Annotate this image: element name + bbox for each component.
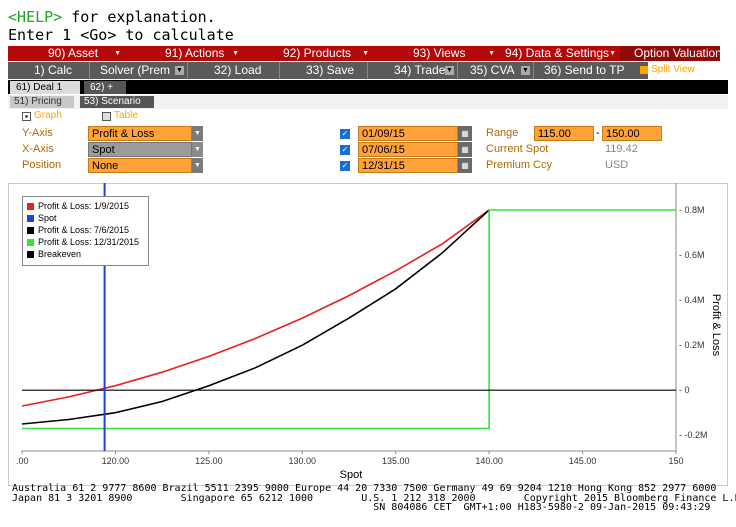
save-button[interactable]: 33) Save [280, 62, 368, 79]
menu-actions[interactable]: 91) Actions ▼ [125, 46, 243, 61]
graph-radio[interactable] [22, 112, 31, 121]
dropdown-arrow-icon: ▼ [114, 50, 121, 57]
x-tick-label: 130.00 [289, 456, 317, 466]
trade-dropdown[interactable]: 34) Trade ▼ [368, 62, 458, 79]
calc-button[interactable]: 1) Calc [8, 62, 90, 79]
menu-option-valuation: Option Valuation [620, 46, 720, 61]
menu-data-settings[interactable]: 94) Data & Settings ▼ [499, 46, 620, 61]
legend-item: Profit & Loss: 12/31/2015 [27, 236, 144, 248]
date-2-checkbox[interactable]: ✓ [340, 145, 350, 155]
dropdown-arrow-icon[interactable]: ▼ [192, 126, 203, 141]
x-tick-label: 135.00 [382, 456, 410, 466]
range-from-field[interactable]: 115.00 [534, 126, 594, 141]
toolbar: 1) Calc Solver (Prem ▼ 32) Load 33) Save … [8, 62, 648, 79]
calendar-icon[interactable]: ▦ [458, 158, 472, 173]
dropdown-arrow-icon[interactable]: ▼ [192, 158, 203, 173]
menu-bar: 90) Asset ▼ 91) Actions ▼ 92) Products ▼ 93… [8, 46, 720, 61]
tab-add-deal[interactable]: 62) + [84, 81, 126, 94]
x-axis-label: X-Axis [22, 143, 54, 155]
range-label: Range [486, 127, 519, 139]
y-tick-label: - 0.4M [679, 295, 705, 305]
legend-swatch [27, 238, 34, 246]
date-2-field[interactable]: 07/06/15 [358, 142, 458, 157]
legend-item: Spot [27, 212, 144, 224]
dropdown-arrow-icon: ▼ [445, 66, 454, 75]
dropdown-arrow-icon: ▼ [521, 66, 530, 75]
cva-dropdown[interactable]: 35) CVA ▼ [458, 62, 534, 79]
legend-swatch [27, 250, 34, 258]
menu-asset[interactable]: 90) Asset ▼ [8, 46, 125, 61]
table-radio[interactable] [102, 112, 111, 121]
split-view-label[interactable]: Split View [651, 64, 695, 75]
position-label: Position [22, 159, 62, 171]
legend-swatch [27, 214, 34, 222]
chart-legend: Profit & Loss: 1/9/2015 Spot Profit & Lo… [22, 196, 149, 266]
x-tick-label: 145.00 [569, 456, 597, 466]
y-tick-label: - 0 [679, 385, 690, 395]
legend-item: Profit & Loss: 7/6/2015 [27, 224, 144, 236]
date-1-checkbox[interactable]: ✓ [340, 129, 350, 139]
y-axis-select[interactable]: Profit & Loss [88, 126, 192, 141]
help-text: for explanation. [62, 8, 216, 26]
x-tick-label: 125.00 [195, 456, 223, 466]
y-tick-label: - 0.8M [679, 205, 705, 215]
y-axis-title: Profit & Loss [710, 294, 722, 357]
date-3-field[interactable]: 12/31/15 [358, 158, 458, 173]
solver-dropdown[interactable]: Solver (Prem ▼ [90, 62, 188, 79]
footer-contacts: Australia 61 2 9777 8600 Brazil 5511 239… [12, 484, 736, 513]
y-tick-label: - -0.2M [679, 430, 708, 440]
legend-item: Breakeven [27, 248, 144, 260]
dropdown-arrow-icon: ▼ [362, 50, 369, 57]
current-spot-label: Current Spot [486, 143, 549, 155]
premium-ccy-label: Premium Ccy [486, 159, 553, 171]
dropdown-arrow-icon: ▼ [175, 66, 184, 75]
command-line[interactable]: <HELP> for explanation. Enter 1 <Go> to … [8, 8, 608, 44]
table-label: Table [114, 110, 138, 121]
graph-label: Graph [34, 110, 62, 121]
range-to-field[interactable]: 150.00 [602, 126, 662, 141]
x-tick-label: 120.00 [102, 456, 130, 466]
load-button[interactable]: 32) Load [188, 62, 280, 79]
date-1-field[interactable]: 01/09/15 [358, 126, 458, 141]
current-spot-value: 119.42 [605, 143, 638, 155]
premium-ccy-value: USD [605, 159, 629, 171]
menu-views[interactable]: 93) Views ▼ [373, 46, 499, 61]
x-tick-label: 140.00 [475, 456, 503, 466]
legend-item: Profit & Loss: 1/9/2015 [27, 200, 144, 212]
send-to-tp-button[interactable]: 36) Send to TP [534, 62, 648, 79]
dropdown-arrow-icon[interactable]: ▼ [192, 142, 203, 157]
legend-swatch [27, 202, 34, 210]
footer-line-3: SN 804086 CET GMT+1:00 H183-5980-2 09-Ja… [12, 502, 711, 513]
y-tick-label: - 0.6M [679, 250, 705, 260]
help-key: <HELP> [8, 8, 63, 26]
dropdown-arrow-icon: ▼ [488, 50, 495, 57]
y-axis-label: Y-Axis [22, 127, 53, 139]
legend-swatch [27, 226, 34, 234]
tab-pricing[interactable]: 51) Pricing [10, 96, 74, 108]
x-axis-select[interactable]: Spot [88, 142, 192, 157]
dropdown-arrow-icon: ▼ [232, 50, 239, 57]
menu-products[interactable]: 92) Products ▼ [243, 46, 373, 61]
dropdown-arrow-icon: ▼ [609, 50, 616, 57]
calendar-icon[interactable]: ▦ [458, 142, 472, 157]
split-view-checkbox[interactable] [640, 66, 648, 74]
tab-scenario[interactable]: 53) Scenario [80, 96, 154, 108]
date-3-checkbox[interactable]: ✓ [340, 161, 350, 171]
x-tick-label: .00 [16, 456, 29, 466]
y-tick-label: - 0.2M [679, 340, 705, 350]
command-prompt: Enter 1 <Go> to calculate [8, 26, 234, 44]
x-tick-label: 150 [668, 456, 683, 466]
position-select[interactable]: None [88, 158, 192, 173]
range-separator: - [596, 127, 600, 139]
x-axis-title: Spot [340, 469, 363, 481]
tab-deal-1[interactable]: 61) Deal 1 [10, 81, 80, 94]
calendar-icon[interactable]: ▦ [458, 126, 472, 141]
